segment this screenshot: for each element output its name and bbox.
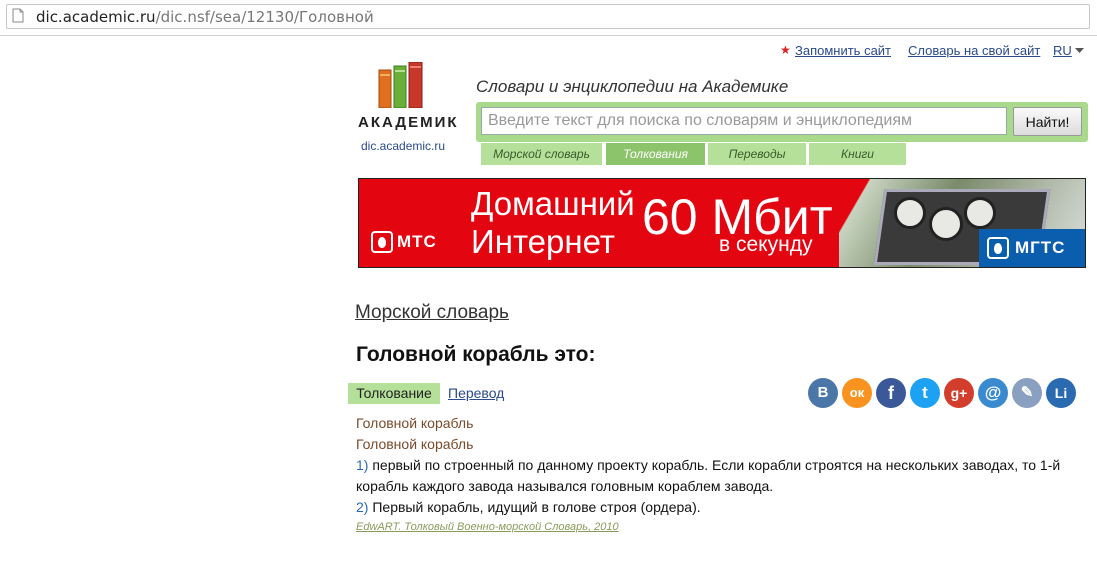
tab-translation[interactable]: Перевод: [448, 385, 504, 401]
facebook-icon[interactable]: f: [876, 378, 906, 408]
mgts-logo-box: МГТС: [979, 229, 1085, 267]
banner-brand-left: МТС: [397, 232, 437, 251]
livejournal-icon[interactable]: ✎: [1012, 378, 1042, 408]
dictionary-title-link[interactable]: Морской словарь: [355, 302, 509, 324]
definition-1-line2: корабль каждого завода назывался головны…: [356, 478, 774, 494]
definition-2: 2) Первый корабль, идущий в голове строя…: [356, 497, 701, 518]
definition-1-number: 1): [356, 457, 369, 473]
headword-1: Головной корабль: [356, 415, 474, 431]
definition-2-number: 2): [356, 499, 369, 515]
logo-site-link[interactable]: dic.academic.ru: [361, 139, 445, 153]
definition-1-line1: первый по строенный по данному проекту к…: [372, 457, 1061, 473]
star-icon: ★: [780, 43, 791, 57]
search-input[interactable]: [481, 107, 1007, 135]
tab-books[interactable]: Книги: [809, 143, 906, 165]
mgts-egg-logo-icon: [987, 237, 1009, 259]
logo-name: АКАДЕМИК: [358, 114, 459, 131]
lemur-face-3: [964, 197, 996, 229]
lemur-face-2: [929, 207, 963, 241]
tab-marine-dictionary[interactable]: Морской словарь: [481, 143, 602, 165]
tab-translations[interactable]: Переводы: [708, 143, 806, 165]
vk-icon[interactable]: В: [808, 378, 838, 408]
site-tagline: Словари и энциклопедии на Академике: [476, 77, 789, 96]
chevron-down-icon: [1075, 48, 1084, 53]
tab-interpretations[interactable]: Толкования: [606, 143, 705, 165]
banner-headline-line2: Интернет: [471, 223, 615, 260]
source-citation-link[interactable]: EdwART. Толковый Военно-морской Словарь,…: [356, 521, 619, 533]
mts-advertisement-banner[interactable]: МТС Домашний Интернет 60 Мбит в секунду …: [358, 178, 1086, 268]
url-text[interactable]: dic.academic.ru/dic.nsf/sea/12130/Головн…: [36, 8, 374, 26]
language-label: RU: [1053, 43, 1072, 58]
entry-title: Головной корабль это:: [356, 343, 596, 366]
banner-brand-right: МГТС: [1015, 238, 1066, 257]
twitter-icon[interactable]: t: [910, 378, 940, 408]
url-domain: dic.academic.ru: [36, 8, 156, 26]
academic-logo-books-icon[interactable]: [376, 62, 426, 108]
language-selector[interactable]: RU: [1053, 43, 1072, 58]
banner-speed-sub: в секунду: [719, 233, 813, 256]
dictionary-on-site-link[interactable]: Словарь на свой сайт: [908, 43, 1040, 58]
url-path: /dic.nsf/sea/12130/Головной: [155, 8, 374, 26]
liveinternet-icon[interactable]: Li: [1046, 378, 1076, 408]
definition-2-text: Первый корабль, идущий в голове строя (о…: [372, 499, 701, 515]
lemur-face-1: [894, 197, 926, 229]
page-icon: [12, 8, 24, 23]
definition-1: 1) первый по строенный по данному проект…: [356, 455, 1060, 476]
search-button[interactable]: Найти!: [1013, 107, 1082, 136]
google-plus-icon[interactable]: g+: [944, 378, 974, 408]
banner-headline-line1: Домашний: [471, 185, 635, 222]
headword-2: Головной корабль: [356, 436, 474, 452]
email-icon[interactable]: @: [978, 378, 1008, 408]
tab-interpretation[interactable]: Толкование: [348, 383, 440, 404]
remember-site-link[interactable]: Запомнить сайт: [795, 43, 891, 58]
mts-egg-logo-icon: [371, 231, 393, 253]
odnoklassniki-icon[interactable]: ок: [842, 378, 872, 408]
